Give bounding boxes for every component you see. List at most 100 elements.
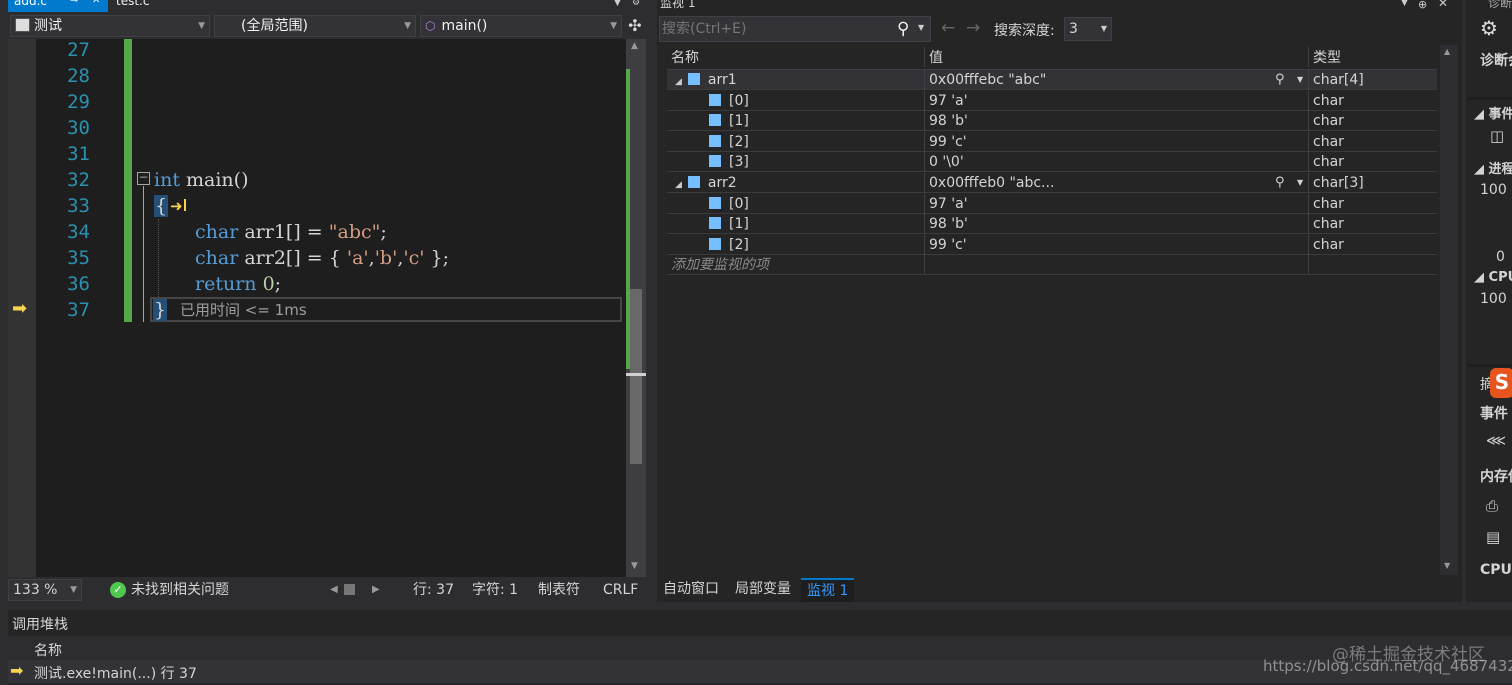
tab-watch-1[interactable]: 监视 1	[801, 578, 855, 602]
var-name: [2]	[729, 134, 749, 150]
cpu-header: CPU	[1480, 562, 1512, 578]
add-watch-row[interactable]: 添加要监视的项	[667, 255, 1437, 275]
variable-icon	[709, 135, 721, 147]
function-dropdown[interactable]: ⬡ main() ▼	[420, 15, 622, 37]
nav-right-icon[interactable]: ▶	[372, 578, 380, 602]
function-label: main()	[441, 18, 488, 34]
variable-icon	[709, 197, 721, 209]
chevron-down-icon[interactable]: ▼	[1297, 173, 1303, 193]
tab-test-c[interactable]: test.c	[110, 0, 200, 12]
watch-row[interactable]: [2] 99 'c' char	[667, 132, 1437, 152]
execution-pointer-icon[interactable]: ➡	[12, 299, 27, 319]
watch-title: 监视 1	[660, 0, 696, 10]
tab-locals[interactable]: 局部变量	[735, 578, 791, 600]
text-visualizer-icon[interactable]: ⚲	[1275, 70, 1285, 90]
watch-row[interactable]: [2] 99 'c' char	[667, 235, 1437, 255]
scroll-up-icon[interactable]: ▲	[1444, 47, 1450, 56]
frame-label: 测试.exe!main(...) 行 37	[34, 666, 197, 682]
text-visualizer-icon[interactable]: ⚲	[1275, 173, 1285, 193]
code-line-34: char arr1[] = "abc";	[195, 219, 387, 245]
scroll-up-icon[interactable]: ▲	[631, 41, 638, 51]
nav-left-icon[interactable]: ◀	[330, 578, 338, 602]
pin-icon[interactable]: ⊕	[1418, 0, 1427, 11]
collapse-arrow-icon[interactable]: ◢	[675, 180, 682, 190]
process-section[interactable]: ◢ 进程	[1474, 158, 1512, 177]
heap-icon[interactable]: ▤	[1486, 528, 1500, 546]
collapse-icon[interactable]: −	[137, 171, 150, 185]
watch-row[interactable]: [0] 97 'a' char	[667, 91, 1437, 111]
search-icon[interactable]: ⚲	[897, 17, 909, 41]
chevron-down-icon: ▼	[198, 21, 205, 31]
search-back-icon[interactable]: ←	[941, 18, 955, 38]
eol-indicator[interactable]: CRLF	[603, 578, 638, 602]
split-editor-icon[interactable]: ✣	[626, 16, 644, 36]
variable-icon	[709, 217, 721, 229]
line-number: 32	[67, 169, 90, 191]
add-watch-placeholder[interactable]: 添加要监视的项	[667, 255, 923, 275]
tabs-indicator[interactable]: 制表符	[538, 578, 580, 602]
col-value[interactable]: 值	[924, 47, 1308, 67]
cpu-section[interactable]: ◢ CPU	[1474, 270, 1512, 285]
var-type: char[4]	[1308, 70, 1437, 90]
tab-add-c[interactable]: add.c ⇒ ✕	[8, 0, 108, 12]
dropdown-icon[interactable]: ▼	[1401, 0, 1408, 8]
scrollbar-thumb[interactable]	[630, 289, 642, 464]
brace-close: }	[153, 299, 168, 321]
issues-status[interactable]: 未找到相关问题	[131, 578, 229, 602]
var-value: 97 'a'	[924, 194, 1308, 214]
scope-label: (全局范围)	[241, 18, 308, 34]
tab-label: test.c	[116, 0, 150, 8]
search-forward-icon[interactable]: →	[966, 18, 980, 38]
change-marker	[626, 69, 630, 369]
col-name[interactable]: 名称	[667, 47, 923, 67]
chevron-down-icon[interactable]: ▼	[1297, 70, 1303, 90]
watch-row[interactable]: ◢ arr2 0x00fffeb0 "abc... ⚲ ▼ char[3]	[667, 173, 1437, 193]
watch-row[interactable]: [1] 98 'b' char	[667, 111, 1437, 131]
collapse-arrow-icon[interactable]: ◢	[675, 77, 682, 87]
scroll-down-icon[interactable]: ▼	[1444, 561, 1450, 570]
col-name[interactable]: 名称	[34, 640, 62, 660]
col-type[interactable]: 类型	[1308, 47, 1437, 67]
zoom-dropdown[interactable]: 133 % ▼	[8, 579, 82, 601]
pin-icon[interactable]: ⇒	[70, 0, 78, 6]
var-name: arr2	[707, 175, 737, 191]
close-icon[interactable]: ✕	[1438, 0, 1448, 10]
line-indicator[interactable]: 行: 37	[413, 578, 454, 602]
scroll-marker	[626, 373, 646, 376]
tab-autos[interactable]: 自动窗口	[663, 578, 719, 600]
var-value: 99 'c'	[924, 132, 1308, 152]
camera-icon[interactable]: ⎙	[1486, 497, 1498, 515]
chevron-down-icon[interactable]: ▼	[918, 23, 924, 32]
diagnostic-tools-panel: 诊断 ⚙ 诊断会 ◢ 事件 ◫ ◢ 进程 100 0 ◢ CPU 100 摘 S…	[1466, 0, 1512, 602]
pause-icon[interactable]: ◫	[1490, 127, 1504, 145]
watch-vertical-scrollbar[interactable]: ▲ ▼	[1440, 45, 1458, 575]
gear-icon[interactable]: ⚙	[1480, 16, 1498, 40]
watch-row[interactable]: [3] 0 '\0' char	[667, 152, 1437, 172]
editor-statusbar: 133 % ▼ ✓ 未找到相关问题 ◀ ▶ 行: 37 字符: 1 制表符 CR…	[8, 578, 648, 602]
keyword: char	[195, 221, 239, 243]
watch-row[interactable]: [1] 98 'b' char	[667, 214, 1437, 234]
line-number: 34	[67, 221, 90, 243]
watch-row[interactable]: [0] 97 'a' char	[667, 194, 1437, 214]
char-literal: 'c'	[403, 247, 425, 269]
tab-dropdown-icon[interactable]: ▼	[614, 0, 621, 8]
char-indicator[interactable]: 字符: 1	[472, 578, 518, 602]
var-type: char	[1308, 91, 1437, 111]
var-type: char	[1308, 132, 1437, 152]
events-section[interactable]: ◢ 事件	[1474, 103, 1512, 122]
depth-value: 3	[1069, 21, 1078, 37]
search-depth-dropdown[interactable]: 3 ▼	[1064, 17, 1112, 41]
watch-search-input[interactable]	[662, 19, 887, 39]
char-literal: 'a'	[346, 247, 369, 269]
nav-mid-icon[interactable]	[344, 584, 355, 595]
events-icon[interactable]: ⋘	[1486, 433, 1506, 449]
watch-row[interactable]: ◢ arr1 0x00fffebc "abc" ⚲ ▼ char[4]	[667, 70, 1437, 90]
project-dropdown[interactable]: 测试 ▼	[10, 15, 210, 37]
scope-dropdown[interactable]: (全局范围) ▼	[214, 15, 416, 37]
vertical-scrollbar[interactable]: ▲ ▼	[626, 39, 646, 577]
watch-search-box[interactable]: ⚲ ▼	[659, 16, 931, 42]
var-value: 97 'a'	[924, 91, 1308, 111]
scroll-down-icon[interactable]: ▼	[631, 561, 638, 571]
tab-settings-icon[interactable]: ⚙	[632, 0, 640, 8]
close-icon[interactable]: ✕	[92, 0, 100, 6]
